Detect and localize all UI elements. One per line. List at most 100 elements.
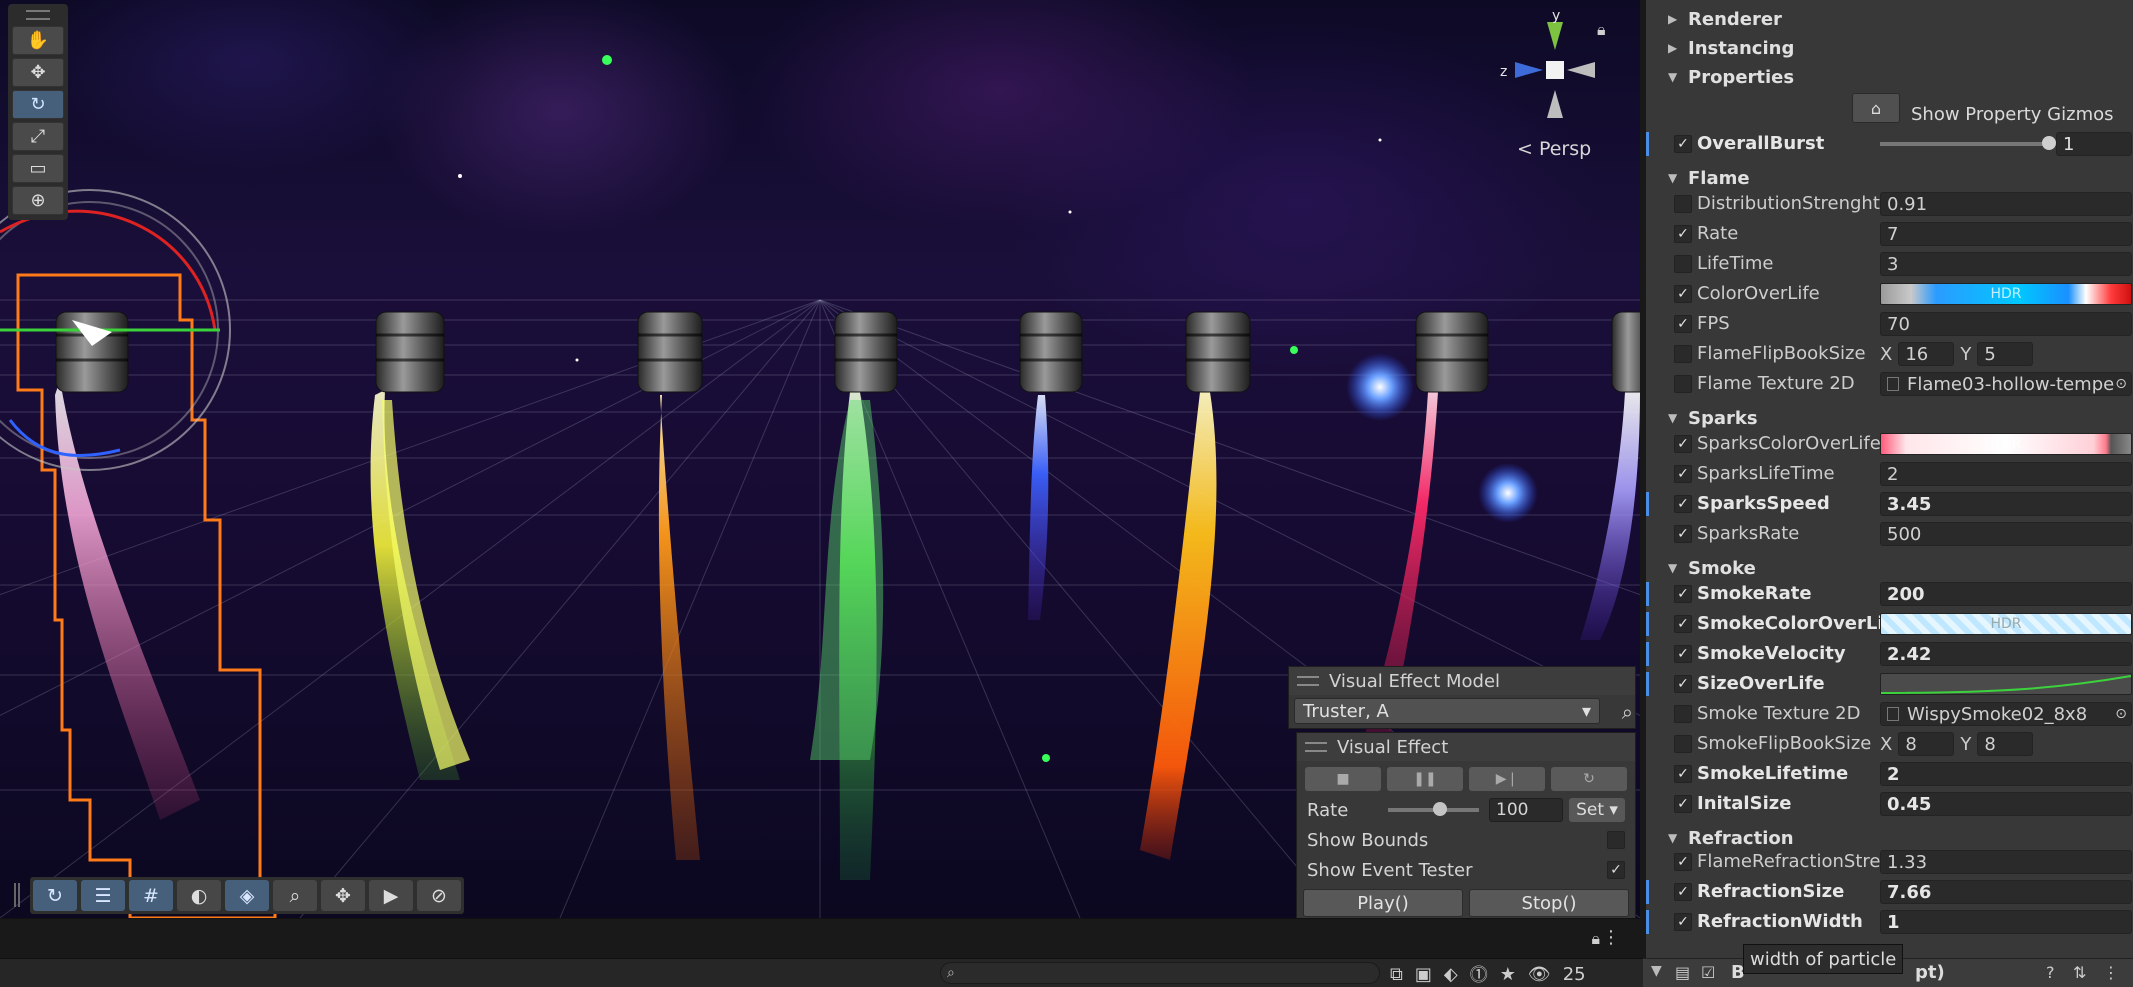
property-gizmo-icon[interactable]: ⌂ <box>1852 93 1900 123</box>
stop-button[interactable]: Stop() <box>1469 889 1629 917</box>
property-checkbox[interactable]: ✓ <box>1674 525 1692 543</box>
property-checkbox[interactable] <box>1674 195 1692 213</box>
property-input[interactable]: 2 <box>1880 462 2132 486</box>
overall-burst-input[interactable]: 1 <box>2056 132 2132 156</box>
model-dropdown[interactable]: Truster, A ▾ <box>1294 698 1600 724</box>
property-input[interactable]: 1 <box>1880 910 2132 934</box>
property-input[interactable]: 0.91 <box>1880 192 2132 216</box>
flipbook-y-input[interactable]: 5 <box>1977 342 2034 366</box>
overall-burst-slider[interactable] <box>1880 136 2056 150</box>
layers-icon[interactable]: ◈ <box>225 880 269 911</box>
property-checkbox[interactable]: ✓ <box>1674 645 1692 663</box>
refresh-icon[interactable]: ↻ <box>33 880 77 911</box>
slider-handle[interactable] <box>1433 802 1448 816</box>
play-button[interactable]: Play() <box>1303 889 1463 917</box>
property-checkbox[interactable] <box>1674 255 1692 273</box>
scale-tool-icon[interactable]: ⤢ <box>12 122 64 151</box>
property-input[interactable]: 2 <box>1880 762 2132 786</box>
flipbook-x-input[interactable]: 16 <box>1898 342 1955 366</box>
search-icon[interactable]: ⌕ <box>1622 700 1633 724</box>
rate-slider[interactable] <box>1388 802 1479 816</box>
property-checkbox[interactable]: ✓ <box>1674 795 1692 813</box>
drag-handle[interactable] <box>1297 676 1319 686</box>
property-checkbox[interactable]: ✓ <box>1674 315 1692 333</box>
collapse-arrow-icon[interactable]: ▼ <box>1651 963 1662 979</box>
rect-tool-icon[interactable]: ▭ <box>12 154 64 183</box>
property-checkbox[interactable]: ✓ <box>1674 135 1692 153</box>
show-event-tester-checkbox[interactable]: ✓ <box>1607 861 1625 879</box>
property-checkbox[interactable]: ✓ <box>1674 585 1692 603</box>
lock-icon[interactable]: 🔒︎ <box>1597 20 1606 40</box>
show-bounds-checkbox[interactable] <box>1607 831 1625 849</box>
rotate-tool-icon[interactable]: ↻ <box>12 90 64 119</box>
property-checkbox[interactable]: ✓ <box>1674 883 1692 901</box>
section-flame[interactable]: ▼ Flame <box>1646 165 2133 191</box>
property-input[interactable]: 500 <box>1880 522 2132 546</box>
texture-object-field[interactable]: WispySmoke02_8x8 ⊙ <box>1880 702 2132 726</box>
curve-field[interactable] <box>1880 673 2132 695</box>
star-icon[interactable]: ★ <box>1500 964 1516 985</box>
section-renderer[interactable]: ▶ Renderer <box>1646 6 2133 32</box>
drag-handle[interactable] <box>26 10 50 20</box>
property-checkbox[interactable]: ✓ <box>1674 225 1692 243</box>
more-options-icon[interactable]: ⋮ <box>1602 927 1620 948</box>
package-icon[interactable]: ▣ <box>1415 964 1432 985</box>
section-sparks[interactable]: ▼ Sparks <box>1646 405 2133 431</box>
property-input[interactable]: 3.45 <box>1880 492 2132 516</box>
help-icon[interactable]: ? <box>2046 963 2055 982</box>
flipbook-x-input[interactable]: 8 <box>1898 732 1955 756</box>
compass-icon[interactable]: ⊘ <box>417 880 461 911</box>
texture-object-field[interactable]: Flame03-hollow-tempe ⊙ <box>1880 372 2132 396</box>
rate-input[interactable]: 100 <box>1489 798 1563 822</box>
property-input[interactable]: 1.33 <box>1880 850 2132 874</box>
drag-handle[interactable] <box>1305 742 1327 752</box>
property-checkbox[interactable]: ✓ <box>1674 765 1692 783</box>
set-dropdown[interactable]: Set ▾ <box>1569 798 1625 822</box>
camera-icon[interactable]: ▶ <box>369 880 413 911</box>
scene-view[interactable]: ✋ ✥ ↻ ⤢ ▭ ⊕ y z 🔒︎ < Persp ↻ ☰ # ◐ ◈ ⌕ ✥… <box>0 0 1640 918</box>
stop-icon[interactable]: ■ <box>1305 767 1381 791</box>
property-checkbox[interactable]: ✓ <box>1674 615 1692 633</box>
property-input[interactable]: 70 <box>1880 312 2132 336</box>
gradient-field[interactable]: HDR <box>1880 283 2132 305</box>
property-checkbox[interactable]: ✓ <box>1674 495 1692 513</box>
section-smoke[interactable]: ▼ Smoke <box>1646 555 2133 581</box>
property-input[interactable]: 7.66 <box>1880 880 2132 904</box>
flipbook-y-input[interactable]: 8 <box>1977 732 2034 756</box>
grid-icon[interactable]: # <box>129 880 173 911</box>
property-checkbox[interactable]: ✓ <box>1674 285 1692 303</box>
move-tool-icon[interactable]: ✥ <box>12 58 64 87</box>
tag-icon[interactable]: ⬖ <box>1444 964 1458 985</box>
drag-handle[interactable] <box>14 883 20 907</box>
property-checkbox[interactable]: ✓ <box>1674 435 1692 453</box>
section-instancing[interactable]: ▶ Instancing <box>1646 35 2133 61</box>
layout-icon[interactable]: ⧉ <box>1390 964 1403 985</box>
more-options-icon[interactable]: ⋮ <box>2103 963 2119 982</box>
lock-icon[interactable]: 🔒︎ <box>1591 929 1600 949</box>
transform-tool-icon[interactable]: ⊕ <box>12 186 64 215</box>
restart-icon[interactable]: ↻ <box>1551 767 1627 791</box>
property-input[interactable]: 0.45 <box>1880 792 2132 816</box>
sliders-icon[interactable]: ☰ <box>81 880 125 911</box>
moon-icon[interactable]: ◐ <box>177 880 221 911</box>
property-checkbox[interactable] <box>1674 375 1692 393</box>
object-picker-icon[interactable]: ⊙ <box>2115 376 2127 392</box>
property-checkbox[interactable] <box>1674 705 1692 723</box>
move-icon[interactable]: ✥ <box>321 880 365 911</box>
gradient-field[interactable]: HDR <box>1880 433 2132 455</box>
section-properties[interactable]: ▼ Properties <box>1646 64 2133 90</box>
warning-icon[interactable]: ⓵ <box>1470 961 1488 987</box>
property-input[interactable]: 2.42 <box>1880 642 2132 666</box>
object-picker-icon[interactable]: ⊙ <box>2115 706 2127 722</box>
search-input[interactable]: ⌕ <box>940 962 1380 984</box>
visibility-icon[interactable]: 👁︎ <box>1528 964 1551 985</box>
property-checkbox[interactable] <box>1674 735 1692 753</box>
property-checkbox[interactable]: ✓ <box>1674 465 1692 483</box>
pause-icon[interactable]: ❚❚ <box>1387 767 1463 791</box>
property-input[interactable]: 200 <box>1880 582 2132 606</box>
property-checkbox[interactable]: ✓ <box>1674 853 1692 871</box>
step-icon[interactable]: ▶❘ <box>1469 767 1545 791</box>
enabled-checkbox[interactable]: ☑ <box>1701 963 1715 982</box>
property-checkbox[interactable]: ✓ <box>1674 913 1692 931</box>
hand-tool-icon[interactable]: ✋ <box>12 26 64 55</box>
